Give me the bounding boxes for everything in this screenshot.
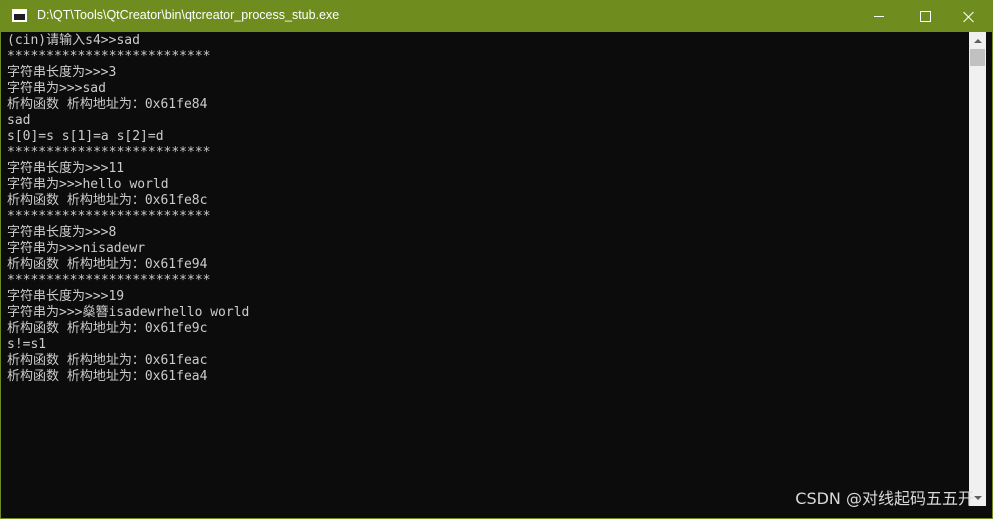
console-line: ************************** — [7, 49, 211, 64]
console-line: 字符串为>>>sad — [7, 81, 106, 96]
chevron-up-icon — [973, 38, 982, 43]
console-line: ************************** — [7, 145, 211, 160]
minimize-button[interactable] — [856, 1, 902, 32]
close-button[interactable] — [946, 1, 992, 32]
scroll-up-button[interactable] — [969, 32, 986, 49]
console-line: 字符串长度为>>>11 — [7, 161, 125, 176]
close-icon — [963, 11, 975, 23]
console-line: s[0]=s s[1]=a s[2]=d — [7, 129, 164, 144]
console-window: D:\QT\Tools\QtCreator\bin\qtcreator_proc… — [0, 0, 993, 519]
console-line: 字符串长度为>>>19 — [7, 289, 125, 304]
console-line: 字符串为>>>燊簪isadewrhello world — [7, 305, 250, 320]
console-line: s!=s1 — [7, 337, 47, 352]
console-line: ************************** — [7, 209, 211, 224]
scrollbar-thumb[interactable] — [970, 49, 985, 66]
console-line: 字符串长度为>>>8 — [7, 225, 117, 240]
console-output[interactable]: (cin)请输入s4>>sad ************************… — [7, 32, 969, 509]
title-bar[interactable]: D:\QT\Tools\QtCreator\bin\qtcreator_proc… — [1, 1, 992, 32]
vertical-scrollbar[interactable] — [969, 32, 986, 506]
window-title: D:\QT\Tools\QtCreator\bin\qtcreator_proc… — [37, 8, 340, 22]
console-line: 析构函数 析构地址为：0x61fea4 — [7, 369, 208, 384]
console-line: 析构函数 析构地址为：0x61fe84 — [7, 97, 208, 112]
minimize-icon — [874, 16, 884, 17]
console-line: 字符串为>>>hello world — [7, 177, 169, 192]
maximize-button[interactable] — [902, 1, 948, 32]
console-line: 析构函数 析构地址为：0x61fe9c — [7, 321, 208, 336]
console-line: 析构函数 析构地址为：0x61fe8c — [7, 193, 208, 208]
console-line: (cin)请输入s4>>sad — [7, 33, 140, 48]
console-line: 析构函数 析构地址为：0x61feac — [7, 353, 208, 368]
console-line: 析构函数 析构地址为：0x61fe94 — [7, 257, 208, 272]
chevron-down-icon — [973, 495, 982, 500]
console-line: 字符串为>>>nisadewr — [7, 241, 146, 256]
console-line: ************************** — [7, 273, 211, 288]
maximize-icon — [919, 11, 931, 22]
watermark: CSDN @对线起码五五开 — [795, 489, 974, 508]
console-line: sad — [7, 113, 31, 128]
console-line: 字符串长度为>>>3 — [7, 65, 117, 80]
console-app-icon — [12, 9, 27, 22]
